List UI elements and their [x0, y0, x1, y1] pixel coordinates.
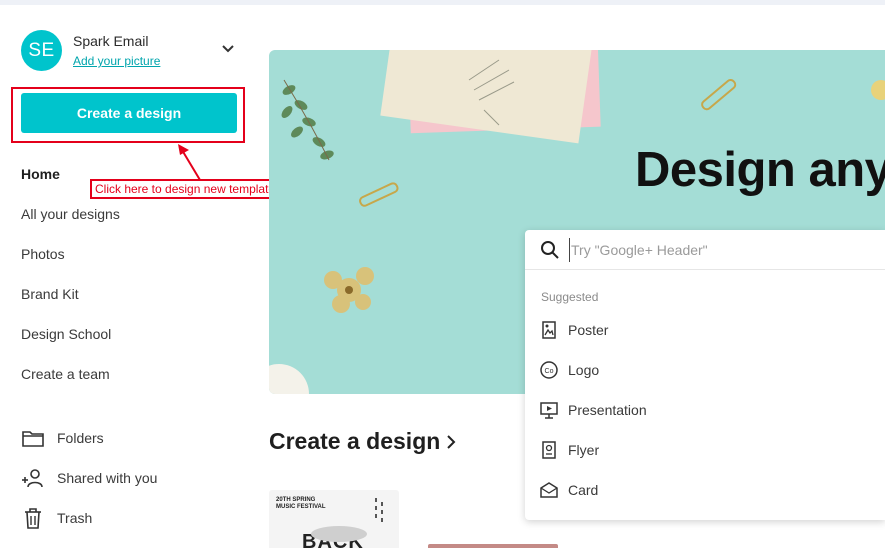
suggestion-presentation[interactable]: Presentation	[539, 400, 647, 420]
svg-text:Co: Co	[545, 368, 554, 375]
avatar[interactable]: SE	[21, 30, 62, 71]
sidebar-item-folders[interactable]: Folders	[21, 427, 104, 449]
create-design-section-link[interactable]: Create a design	[269, 428, 456, 455]
poster-icon	[542, 321, 556, 339]
account-switcher[interactable]: SE Spark Email Add your picture	[21, 30, 160, 71]
trash-icon	[25, 508, 41, 529]
thumbnail-cloud-decoration	[311, 526, 367, 542]
sidebar-item-design-school[interactable]: Design School	[21, 326, 111, 342]
chevron-down-icon[interactable]	[221, 44, 235, 54]
search-dropdown: Suggested Poster Co Logo Presentation F	[525, 230, 885, 520]
design-template-thumbnail[interactable]	[428, 544, 558, 548]
sidebar-item-home[interactable]: Home	[21, 166, 60, 182]
sidebar-item-all-designs[interactable]: All your designs	[21, 206, 120, 222]
suggestion-label: Logo	[568, 362, 600, 378]
card-icon	[540, 482, 558, 498]
hero-title: Design any	[635, 143, 885, 197]
folder-icon	[22, 431, 44, 447]
sidebar-item-label: Folders	[57, 430, 104, 446]
sidebar-item-shared[interactable]: Shared with you	[21, 467, 157, 489]
people-icon	[22, 469, 43, 488]
sidebar-item-trash[interactable]: Trash	[21, 507, 92, 529]
suggestion-flyer[interactable]: Flyer	[539, 440, 599, 460]
sidebar-item-label: Trash	[57, 510, 93, 526]
thumbnail-line1: 20TH SPRING	[276, 497, 316, 503]
sidebar-item-create-team[interactable]: Create a team	[21, 366, 110, 382]
sidebar-item-photos[interactable]: Photos	[21, 246, 65, 262]
suggestion-label: Presentation	[568, 402, 647, 418]
suggestion-poster[interactable]: Poster	[539, 320, 608, 340]
suggested-heading: Suggested	[541, 290, 599, 304]
chevron-right-icon	[447, 434, 456, 449]
thumbnail-line2: MUSIC FESTIVAL	[276, 504, 326, 510]
presentation-icon	[540, 402, 558, 419]
sidebar-item-brand-kit[interactable]: Brand Kit	[21, 286, 79, 302]
sidebar-item-label: Shared with you	[57, 470, 158, 486]
design-template-thumbnail[interactable]: 20TH SPRING MUSIC FESTIVAL BACK	[269, 490, 399, 548]
thumbnail-decoration	[375, 498, 383, 522]
suggestion-logo[interactable]: Co Logo	[539, 360, 599, 380]
search-input[interactable]	[569, 238, 869, 262]
flyer-icon	[542, 441, 556, 459]
create-design-button[interactable]: Create a design	[21, 93, 237, 133]
account-name: Spark Email	[73, 33, 149, 49]
add-picture-link[interactable]: Add your picture	[73, 54, 160, 68]
suggestion-card[interactable]: Card	[539, 480, 598, 500]
logo-icon: Co	[540, 361, 558, 379]
annotation-label: Click here to design new template.	[90, 179, 284, 199]
suggestion-label: Poster	[568, 322, 609, 338]
search-icon	[541, 241, 559, 259]
section-title: Create a design	[269, 428, 441, 454]
suggestion-label: Flyer	[568, 442, 600, 458]
suggestion-label: Card	[568, 482, 599, 498]
